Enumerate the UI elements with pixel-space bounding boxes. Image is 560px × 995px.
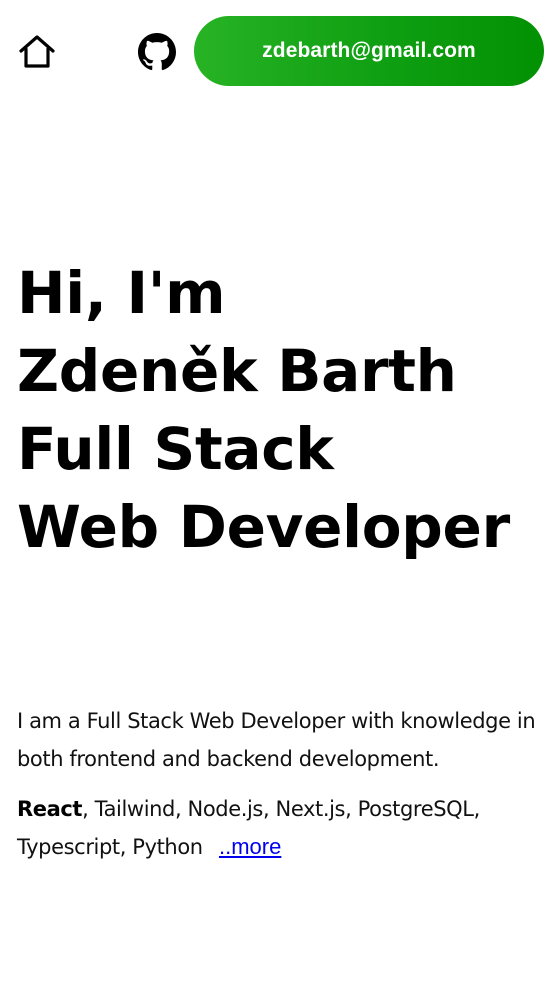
more-link[interactable]: ..more xyxy=(219,834,281,859)
hero-line-role-1: Full Stack xyxy=(17,415,334,483)
hero-line-role-2: Web Developer xyxy=(17,493,510,561)
skills-paragraph: React, Tailwind, Node.js, Next.js, Postg… xyxy=(17,791,557,866)
hero-line-greeting: Hi, I'm xyxy=(17,259,226,327)
email-button[interactable]: zdebarth@gmail.com xyxy=(194,16,544,86)
intro-paragraph: I am a Full Stack Web Developer with kno… xyxy=(17,709,536,771)
page: zdebarth@gmail.com Hi, I'm Zdeněk Barth … xyxy=(0,0,560,995)
hero-heading: Hi, I'm Zdeněk Barth Full Stack Web Deve… xyxy=(17,254,557,566)
email-label: zdebarth@gmail.com xyxy=(262,39,476,62)
top-nav: zdebarth@gmail.com xyxy=(0,0,560,100)
github-icon[interactable] xyxy=(138,33,176,71)
home-icon[interactable] xyxy=(18,34,56,70)
hero-line-name: Zdeněk Barth xyxy=(17,337,457,405)
skill-primary: React xyxy=(17,797,83,821)
